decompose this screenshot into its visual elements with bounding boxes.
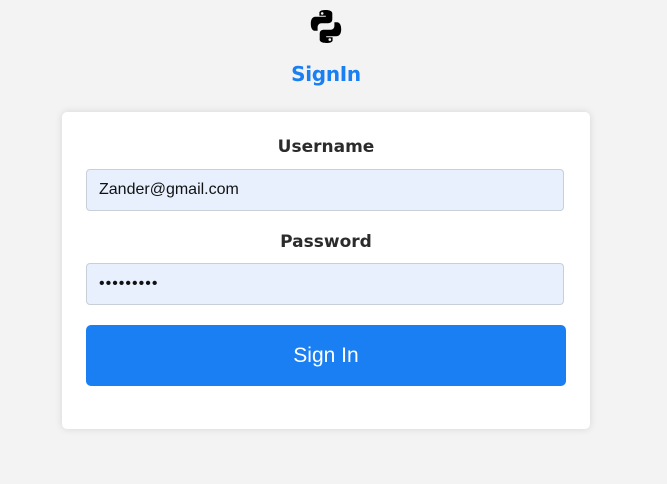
password-label: Password xyxy=(280,232,372,252)
password-input[interactable] xyxy=(86,263,564,305)
sign-in-button[interactable]: Sign In xyxy=(86,325,566,386)
username-label: Username xyxy=(277,137,375,157)
username-input[interactable] xyxy=(86,169,564,211)
signin-card: Username Password Sign In xyxy=(62,112,590,429)
signin-page: SignIn Username Password Sign In xyxy=(0,0,667,484)
page-title: SignIn xyxy=(291,62,361,86)
python-logo-icon xyxy=(310,10,342,43)
